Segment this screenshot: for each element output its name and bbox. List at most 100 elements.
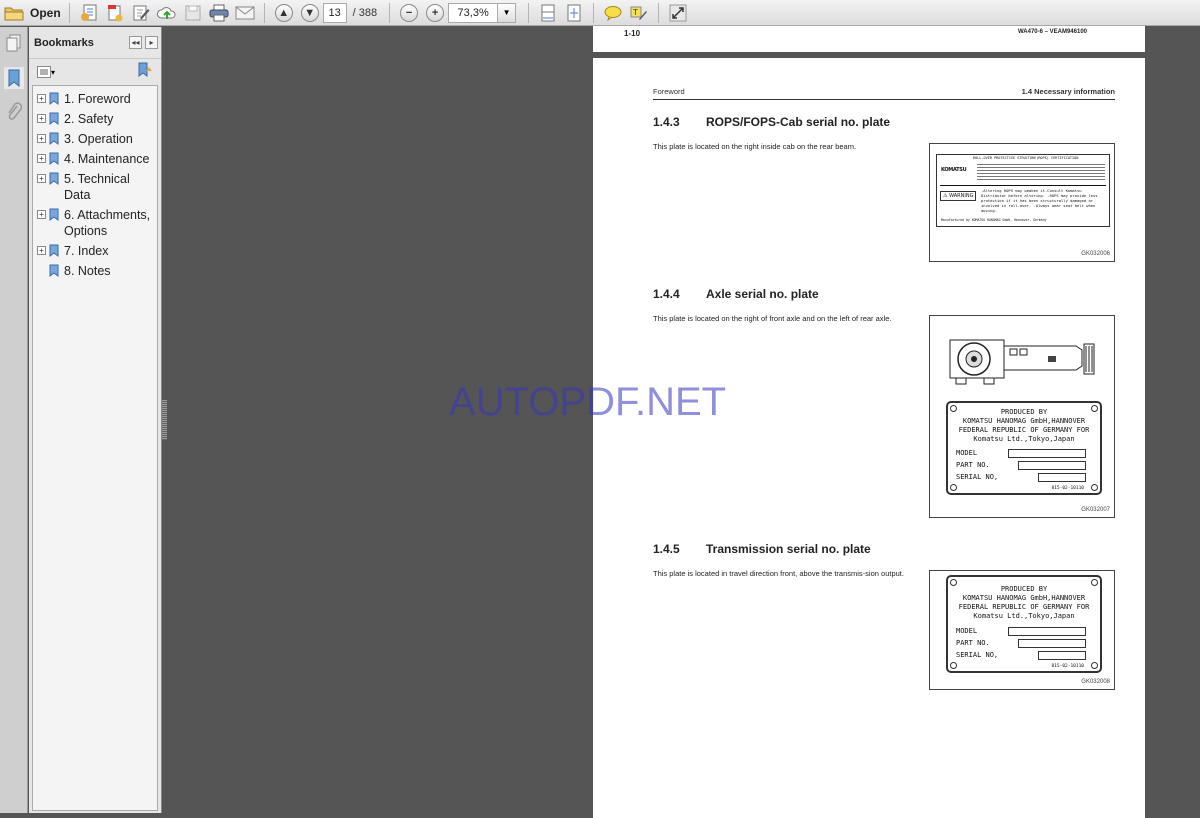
bookmark-label: 1. Foreword <box>64 92 131 106</box>
email-icon <box>235 6 255 19</box>
bookmark-item[interactable]: +1. Foreword <box>33 89 157 109</box>
highlight-text-icon: T <box>630 6 648 20</box>
attachments-button[interactable] <box>4 101 24 123</box>
combine-files-button[interactable] <box>104 2 126 24</box>
open-button[interactable]: Open <box>4 2 61 24</box>
bookmark-icon <box>49 112 59 125</box>
separator <box>593 2 595 23</box>
bookmark-icon <box>49 92 59 105</box>
double-chevron-left-icon: ◂◂ <box>131 38 140 47</box>
expand-icon[interactable]: + <box>37 94 46 103</box>
expand-icon[interactable]: + <box>37 246 46 255</box>
page-total: / 388 <box>352 6 378 19</box>
expand-icon[interactable]: + <box>37 154 46 163</box>
fit-width-icon <box>541 4 555 21</box>
figure-code: GK032008 <box>1081 679 1110 685</box>
fit-page-icon <box>567 4 581 21</box>
cloud-upload-button[interactable] <box>156 2 178 24</box>
open-label: Open <box>30 5 61 20</box>
document-code: WA470-6 – VEAM946100 <box>1017 29 1087 35</box>
bookmark-label: 7. Index <box>64 244 109 258</box>
bookmark-label: 6. Attachments, Options <box>64 208 151 238</box>
bookmark-options-button[interactable]: ▾ <box>37 66 55 78</box>
warning-label: ⚠ WARNING <box>940 191 977 201</box>
navigation-rail <box>0 27 28 813</box>
bookmark-icon <box>49 132 59 145</box>
zoom-level-input[interactable]: 73,3% <box>448 2 499 23</box>
page-number: 1-10 <box>624 29 641 38</box>
next-page-button[interactable]: ▼ <box>299 2 321 24</box>
edit-pdf-button[interactable] <box>130 2 152 24</box>
paperclip-icon <box>8 102 22 120</box>
panel-resize-handle[interactable] <box>162 400 167 440</box>
zoom-in-button[interactable]: + <box>424 2 446 24</box>
expand-bookmark-button[interactable] <box>137 62 153 83</box>
expand-icon[interactable]: + <box>37 114 46 123</box>
axle-drawing <box>949 339 1095 385</box>
bookmark-item[interactable]: 8. Notes <box>33 261 157 281</box>
create-pdf-button[interactable] <box>78 2 100 24</box>
bookmark-icon <box>49 264 59 277</box>
bookmark-item[interactable]: +5. Technical Data <box>33 169 157 205</box>
zoom-dropdown-button[interactable]: ▼ <box>498 2 517 23</box>
expand-icon[interactable]: + <box>37 174 46 183</box>
bookmark-item[interactable]: +2. Safety <box>33 109 157 129</box>
section-text: This plate is located on the right insid… <box>653 142 857 151</box>
bookmark-item[interactable]: +6. Attachments, Options <box>33 205 157 241</box>
section-text: This plate is located on the right of fr… <box>653 314 892 323</box>
expand-icon[interactable]: + <box>37 134 46 143</box>
comment-icon <box>604 5 622 21</box>
rops-plate: ROLL-OVER PROTECTIVE STRUCTURE(ROPS) CER… <box>936 154 1110 227</box>
zoom-out-icon: − <box>400 3 419 22</box>
separator <box>389 2 391 23</box>
page-thumbnails-icon <box>6 34 21 52</box>
fit-page-button[interactable] <box>563 2 585 24</box>
axle-plate-figure: PRODUCED BY KOMATSU HANOMAG GmbH,HANNOVE… <box>929 315 1115 518</box>
options-list-icon <box>37 66 51 78</box>
previous-page-button[interactable]: ▲ <box>273 2 295 24</box>
chapter-name: Foreword <box>653 87 685 96</box>
collapse-panel-button[interactable]: ◂◂ <box>129 36 142 49</box>
bookmark-label: 8. Notes <box>64 264 111 278</box>
bookmark-expand-icon <box>138 62 152 77</box>
bookmarks-panel: Bookmarks ◂◂ ▸ ▾ +1. Foreword +2. Safety +… <box>29 27 162 813</box>
bookmark-item[interactable]: +3. Operation <box>33 129 157 149</box>
save-icon <box>185 5 201 20</box>
page-number-input[interactable]: 13 <box>322 2 347 23</box>
fit-width-button[interactable] <box>537 2 559 24</box>
previous-page-icon: ▲ <box>274 3 293 22</box>
email-button[interactable] <box>234 2 256 24</box>
separator <box>68 2 70 23</box>
chevron-down-icon: ▾ <box>51 67 56 77</box>
print-button[interactable] <box>208 2 230 24</box>
bookmark-label: 4. Maintenance <box>64 152 150 166</box>
page-thumbnails-button[interactable] <box>4 32 24 54</box>
chevron-down-icon: ▼ <box>502 8 511 17</box>
bookmarks-panel-button[interactable] <box>4 67 24 89</box>
figure-code: GK032006 <box>1081 251 1110 257</box>
expand-icon[interactable]: + <box>37 210 46 219</box>
bookmark-item[interactable]: +7. Index <box>33 241 157 261</box>
bookmark-icon <box>49 244 59 257</box>
highlight-text-button[interactable]: T <box>628 2 650 24</box>
comment-button[interactable] <box>602 2 624 24</box>
bookmark-item[interactable]: +4. Maintenance <box>33 149 157 169</box>
zoom-out-button[interactable]: − <box>398 2 420 24</box>
bookmark-label: 5. Technical Data <box>64 172 130 202</box>
combine-files-icon <box>107 4 123 21</box>
full-screen-icon <box>669 4 687 21</box>
chevron-right-icon: ▸ <box>149 38 154 47</box>
section-text: This plate is located in travel directio… <box>653 569 904 578</box>
create-pdf-icon <box>80 4 97 21</box>
open-folder-icon <box>4 7 24 20</box>
bookmarks-title: Bookmarks <box>34 36 94 49</box>
save-button[interactable] <box>182 2 204 24</box>
figure-code: GK032007 <box>1081 507 1110 513</box>
bookmark-icon <box>49 208 59 221</box>
axle-serial-plate: PRODUCED BY KOMATSU HANOMAG GmbH,HANNOVE… <box>946 401 1102 495</box>
main-toolbar: Open ▲ ▼ 13 / 388 − + 73,3% ▼ T <box>0 0 1200 26</box>
panel-menu-button[interactable]: ▸ <box>145 36 158 49</box>
bookmark-icon <box>49 152 59 165</box>
full-screen-button[interactable] <box>667 2 689 24</box>
